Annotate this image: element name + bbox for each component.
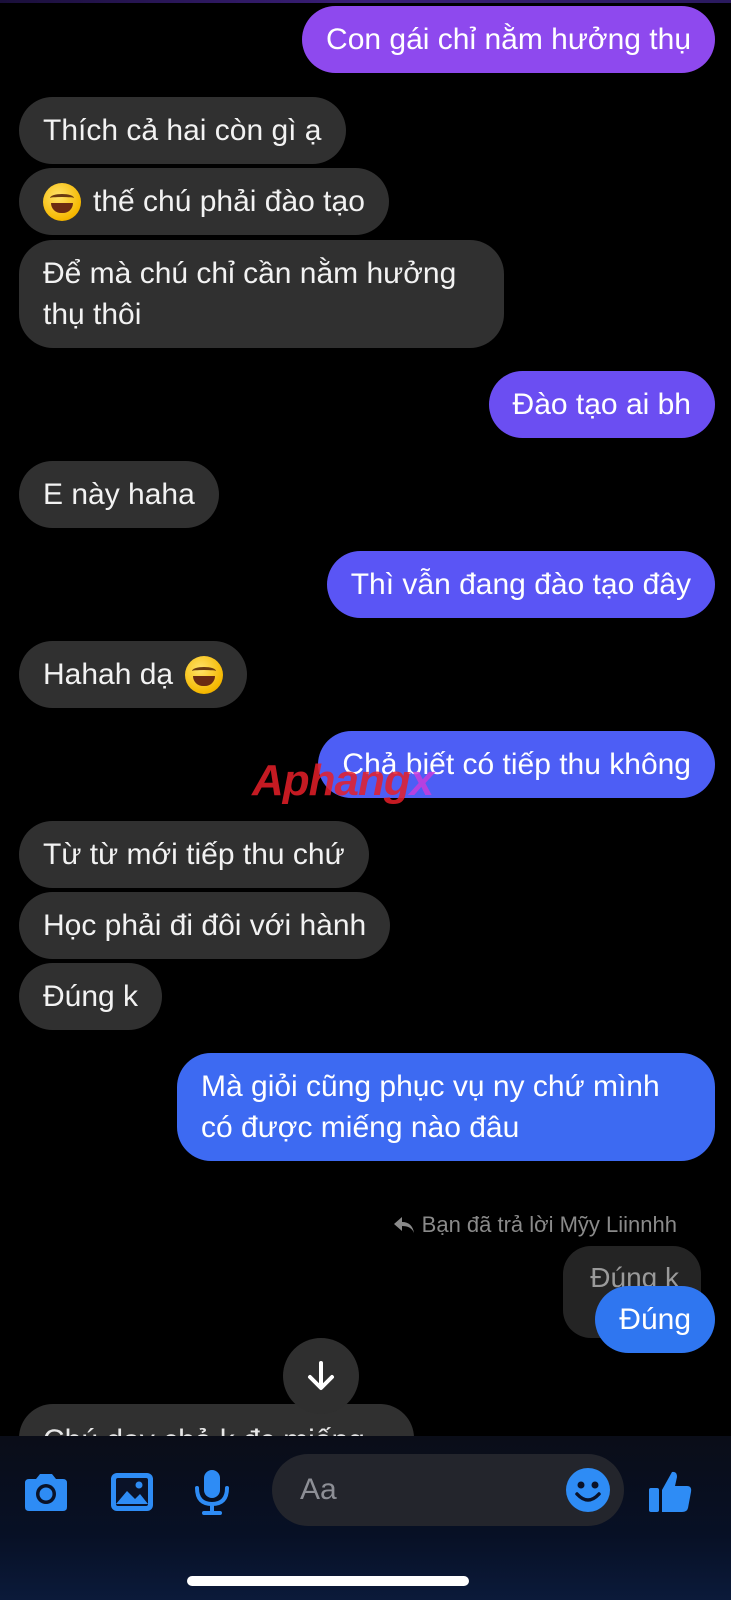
message-text: Đúng <box>619 1303 691 1336</box>
message-text: Mà giỏi cũng phục vụ ny chứ mình có được… <box>201 1070 660 1144</box>
watermark-logo: Aphangx <box>252 756 434 805</box>
message-text: Đào tạo ai bh <box>512 388 691 421</box>
message-text: Con gái chỉ nằm hưởng thụ <box>326 23 691 56</box>
message-input[interactable] <box>300 1470 550 1510</box>
message-bubble-incoming[interactable]: E này haha <box>19 461 219 528</box>
message-bubble-outgoing[interactable]: Con gái chỉ nằm hưởng thụ <box>302 6 715 73</box>
emoji-icon[interactable] <box>564 1466 612 1514</box>
message-bubble-outgoing[interactable]: Mà giỏi cũng phục vụ ny chứ mình có được… <box>177 1053 715 1161</box>
header-edge <box>0 0 731 3</box>
tears-of-joy-emoji <box>185 655 224 694</box>
home-indicator <box>187 1576 469 1586</box>
message-text: Học phải đi đôi với hành <box>43 909 367 942</box>
message-bubble-incoming[interactable]: Để mà chú chỉ cần nằm hưởng thụ thôi <box>19 240 504 348</box>
message-text: Thì vẫn đang đào tạo đây <box>350 568 691 601</box>
scroll-to-bottom-button[interactable] <box>283 1338 359 1414</box>
camera-button[interactable] <box>18 1464 74 1520</box>
message-input-box[interactable] <box>272 1454 624 1526</box>
arrow-down-icon <box>308 1361 334 1390</box>
message-bubble-incoming[interactable]: Thích cả hai còn gì ạ <box>19 97 346 164</box>
voice-button[interactable] <box>184 1464 240 1520</box>
reply-indicator: Bạn đã trả lời Mỹy Liinnhh <box>392 1212 677 1238</box>
reply-note-text: Bạn đã trả lời Mỹy Liinnhh <box>421 1212 677 1237</box>
message-text: E này haha <box>43 478 195 511</box>
message-bubble-incoming[interactable]: Học phải đi đôi với hành <box>19 892 391 959</box>
message-text: Hahah dạ <box>43 658 174 691</box>
thumbs-up-icon <box>649 1471 692 1512</box>
reply-arrow-icon <box>393 1217 414 1233</box>
rolling-on-floor-laughing-emoji <box>43 182 81 221</box>
message-text: thế chú phải đào tạo <box>93 185 365 218</box>
message-bubble-incoming[interactable]: thế chú phải đào tạo <box>19 168 389 235</box>
message-bubble-incoming[interactable]: Từ từ mới tiếp thu chứ <box>19 821 369 888</box>
message-bubble-incoming[interactable]: Đúng k <box>19 963 163 1030</box>
message-bubble-outgoing[interactable]: Thì vẫn đang đào tạo đây <box>326 551 715 618</box>
message-text: Để mà chú chỉ cần nằm hưởng thụ thôi <box>43 257 457 331</box>
gallery-button[interactable] <box>104 1464 160 1520</box>
camera-icon <box>25 1474 67 1511</box>
message-bubble-outgoing[interactable]: Đào tạo ai bh <box>488 371 715 438</box>
message-bubble-outgoing[interactable]: Đúng <box>595 1286 715 1353</box>
message-bubble-incoming[interactable]: Hahah dạ <box>19 641 248 708</box>
message-text: Từ từ mới tiếp thu chứ <box>43 838 345 871</box>
message-text: Đúng k <box>43 980 139 1013</box>
like-button[interactable] <box>642 1464 698 1520</box>
microphone-icon <box>195 1470 229 1515</box>
image-icon <box>111 1473 153 1511</box>
message-text: Thích cả hai còn gì ạ <box>43 114 322 147</box>
